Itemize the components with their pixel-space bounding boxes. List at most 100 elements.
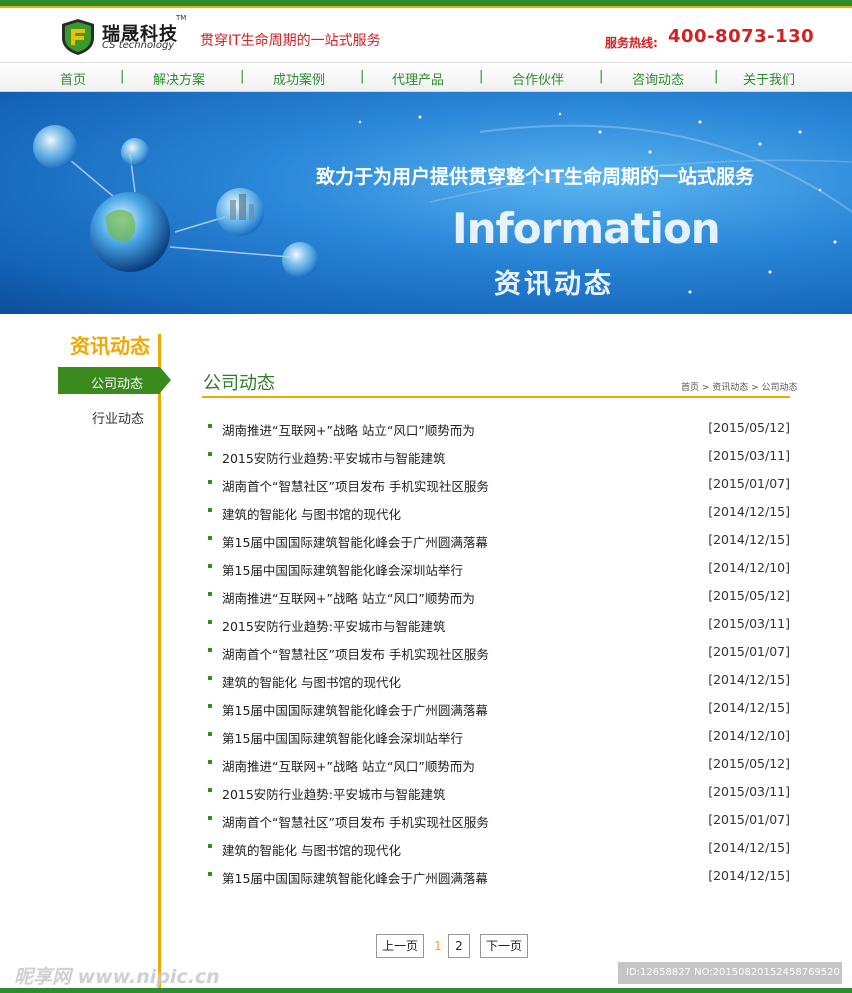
bullet-icon (208, 480, 212, 484)
bullet-icon (208, 872, 212, 876)
bullet-icon (208, 844, 212, 848)
nav-cases[interactable]: 成功案例 (273, 69, 325, 88)
news-row[interactable]: 第15届中国国际建筑智能化峰会于广州圆满落幕 [2014/12/15] (208, 866, 790, 894)
bullet-icon (208, 732, 212, 736)
news-title-link[interactable]: 湖南推进“互联网+”战略 站立“风口”顺势而为 (222, 588, 475, 607)
news-row[interactable]: 建筑的智能化 与图书馆的现代化 [2014/12/15] (208, 502, 790, 530)
news-row[interactable]: 建筑的智能化 与图书馆的现代化 [2014/12/15] (208, 838, 790, 866)
nav-separator: | (714, 69, 719, 84)
page-2-button[interactable]: 2 (448, 934, 470, 958)
nav-home[interactable]: 首页 (60, 69, 86, 88)
news-row[interactable]: 2015安防行业趋势:平安城市与智能建筑 [2015/03/11] (208, 782, 790, 810)
bullet-icon (208, 424, 212, 428)
nav-news[interactable]: 咨询动态 (632, 69, 684, 88)
nav-separator: | (599, 69, 604, 84)
news-row[interactable]: 湖南推进“互联网+”战略 站立“风口”顺势而为 [2015/05/12] (208, 586, 790, 614)
news-date: [2014/12/15] (708, 504, 790, 519)
news-title-link[interactable]: 湖南首个“智慧社区”项目发布 手机实现社区服务 (222, 812, 489, 831)
news-title-link[interactable]: 湖南推进“互联网+”战略 站立“风口”顺势而为 (222, 756, 475, 775)
bullet-icon (208, 760, 212, 764)
nav-separator: | (120, 69, 125, 84)
nav-about[interactable]: 关于我们 (743, 69, 795, 88)
shield-logo-icon[interactable] (60, 18, 96, 56)
bullet-icon (208, 536, 212, 540)
sidebar-item-industry-news[interactable]: 行业动态 (92, 408, 144, 427)
news-title-link[interactable]: 第15届中国国际建筑智能化峰会于广州圆满落幕 (222, 700, 488, 719)
banner-title: 致力于为用户提供贯穿整个IT生命周期的一站式服务 (316, 166, 755, 188)
news-title-link[interactable]: 第15届中国国际建筑智能化峰会于广州圆满落幕 (222, 532, 488, 551)
news-date: [2014/12/10] (708, 560, 790, 575)
bullet-icon (208, 564, 212, 568)
news-row[interactable]: 第15届中国国际建筑智能化峰会深圳站举行 [2014/12/10] (208, 726, 790, 754)
active-arrow-icon (160, 367, 171, 393)
header-slogan: 贯穿IT生命周期的一站式服务 (200, 33, 381, 49)
news-row[interactable]: 建筑的智能化 与图书馆的现代化 [2014/12/15] (208, 670, 790, 698)
nav-solutions[interactable]: 解决方案 (153, 69, 205, 88)
news-row[interactable]: 第15届中国国际建筑智能化峰会于广州圆满落幕 [2014/12/15] (208, 530, 790, 558)
banner-english-heading: Information (452, 204, 721, 253)
bullet-icon (208, 592, 212, 596)
news-date: [2015/03/11] (708, 784, 790, 799)
logo-english-text: CS technology (102, 40, 175, 51)
bullet-icon (208, 816, 212, 820)
hotline-label: 服务热线: (605, 36, 658, 50)
next-page-button[interactable]: 下一页 (480, 934, 528, 958)
nav-separator: | (479, 69, 484, 84)
sidebar-title: 资讯动态 (70, 334, 150, 358)
news-title-link[interactable]: 湖南首个“智慧社区”项目发布 手机实现社区服务 (222, 476, 489, 495)
news-row[interactable]: 第15届中国国际建筑智能化峰会于广州圆满落幕 [2014/12/15] (208, 698, 790, 726)
news-row[interactable]: 湖南首个“智慧社区”项目发布 手机实现社区服务 [2015/01/07] (208, 642, 790, 670)
news-date: [2015/05/12] (708, 756, 790, 771)
bullet-icon (208, 648, 212, 652)
bullet-icon (208, 508, 212, 512)
news-row[interactable]: 湖南推进“互联网+”战略 站立“风口”顺势而为 [2015/05/12] (208, 418, 790, 446)
sidebar-item-company-news[interactable]: 公司动态 (58, 367, 160, 394)
watermark-right: ID:12658827 NO:20150820152458769520 (618, 962, 842, 984)
breadcrumb[interactable]: 首页 > 资讯动态 > 公司动态 (681, 380, 798, 393)
news-date: [2015/01/07] (708, 476, 790, 491)
nav-products[interactable]: 代理产品 (392, 69, 444, 88)
main-nav: 首页 | 解决方案 | 成功案例 | 代理产品 | 合作伙伴 | 咨询动态 | … (0, 62, 852, 92)
news-title-link[interactable]: 2015安防行业趋势:平安城市与智能建筑 (222, 784, 446, 803)
news-title-link[interactable]: 第15届中国国际建筑智能化峰会深圳站举行 (222, 560, 463, 579)
bottom-bar (0, 988, 852, 993)
news-row[interactable]: 湖南首个“智慧社区”项目发布 手机实现社区服务 [2015/01/07] (208, 474, 790, 502)
bullet-icon (208, 620, 212, 624)
bullet-icon (208, 704, 212, 708)
news-title-link[interactable]: 建筑的智能化 与图书馆的现代化 (222, 672, 401, 691)
news-title-link[interactable]: 第15届中国国际建筑智能化峰会于广州圆满落幕 (222, 868, 488, 887)
news-title-link[interactable]: 建筑的智能化 与图书馆的现代化 (222, 504, 401, 523)
news-date: [2015/01/07] (708, 812, 790, 827)
banner-artwork (33, 112, 852, 294)
news-date: [2014/12/15] (708, 840, 790, 855)
current-page: 1 (434, 939, 442, 953)
news-row[interactable]: 湖南推进“互联网+”战略 站立“风口”顺势而为 [2015/05/12] (208, 754, 790, 782)
watermark-left: 昵享网 www.nipic.cn (14, 966, 220, 988)
news-title-link[interactable]: 湖南推进“互联网+”战略 站立“风口”顺势而为 (222, 420, 475, 439)
news-title-link[interactable]: 2015安防行业趋势:平安城市与智能建筑 (222, 616, 446, 635)
news-date: [2015/03/11] (708, 448, 790, 463)
page-title: 公司动态 (203, 373, 275, 394)
news-title-link[interactable]: 湖南首个“智慧社区”项目发布 手机实现社区服务 (222, 644, 489, 663)
bullet-icon (208, 676, 212, 680)
header: 瑞晟科技 TM CS technology 贯穿IT生命周期的一站式服务 服务热… (0, 8, 852, 62)
news-title-link[interactable]: 第15届中国国际建筑智能化峰会深圳站举行 (222, 728, 463, 747)
hero-banner: 致力于为用户提供贯穿整个IT生命周期的一站式服务 Information 资讯动… (0, 92, 852, 314)
bullet-icon (208, 452, 212, 456)
news-date: [2014/12/15] (708, 700, 790, 715)
news-title-link[interactable]: 建筑的智能化 与图书馆的现代化 (222, 840, 401, 859)
sidebar-divider (158, 334, 161, 988)
prev-page-button[interactable]: 上一页 (376, 934, 424, 958)
news-date: [2014/12/15] (708, 532, 790, 547)
nav-separator: | (360, 69, 365, 84)
news-row[interactable]: 湖南首个“智慧社区”项目发布 手机实现社区服务 [2015/01/07] (208, 810, 790, 838)
news-date: [2015/05/12] (708, 420, 790, 435)
news-row[interactable]: 第15届中国国际建筑智能化峰会深圳站举行 [2014/12/10] (208, 558, 790, 586)
nav-separator: | (240, 69, 245, 84)
news-title-link[interactable]: 2015安防行业趋势:平安城市与智能建筑 (222, 448, 446, 467)
news-date: [2014/12/10] (708, 728, 790, 743)
nav-partners[interactable]: 合作伙伴 (512, 69, 564, 88)
news-row[interactable]: 2015安防行业趋势:平安城市与智能建筑 [2015/03/11] (208, 614, 790, 642)
hotline-number: 400-8073-130 (668, 26, 815, 47)
news-row[interactable]: 2015安防行业趋势:平安城市与智能建筑 [2015/03/11] (208, 446, 790, 474)
